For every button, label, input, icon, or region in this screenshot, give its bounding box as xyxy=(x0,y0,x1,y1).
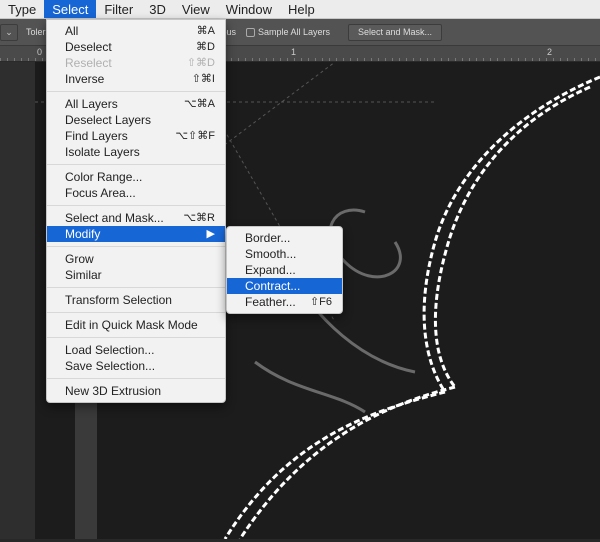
shortcut-label: ⌘D xyxy=(196,41,215,53)
menu-item-save-selection[interactable]: Save Selection... xyxy=(47,358,225,374)
menu-item-label: Deselect xyxy=(65,40,112,54)
ruler-label: 1 xyxy=(291,47,297,57)
menu-item-label: Color Range... xyxy=(65,170,143,184)
menu-item-label: Reselect xyxy=(65,56,112,70)
menu-item-label: Modify xyxy=(65,227,101,241)
menu-item-label: Transform Selection xyxy=(65,293,172,307)
menu-item-label: Edit in Quick Mask Mode xyxy=(65,318,198,332)
menu-item-deselect-layers[interactable]: Deselect Layers xyxy=(47,112,225,128)
menu-item-label: Isolate Layers xyxy=(65,145,140,159)
menu-bar: Type Select Filter 3D View Window Help xyxy=(0,0,600,19)
menu-item-all-layers[interactable]: All Layers ⌥⌘A xyxy=(47,96,225,112)
menu-item-find-layers[interactable]: Find Layers ⌥⇧⌘F xyxy=(47,128,225,144)
tolerance-label: Tolerance xyxy=(26,27,46,37)
menu-item-select-and-mask[interactable]: Select and Mask... ⌥⌘R xyxy=(47,210,225,226)
shortcut-label: ⇧⌘I xyxy=(191,73,215,85)
menu-type[interactable]: Type xyxy=(0,0,44,18)
menu-separator xyxy=(47,337,225,338)
menu-item-label: Smooth... xyxy=(245,247,297,261)
shortcut-label: ⇧⌘D xyxy=(186,57,215,69)
menu-item-grow[interactable]: Grow xyxy=(47,251,225,267)
menu-item-label: Feather... xyxy=(245,295,296,309)
menu-item-modify[interactable]: Modify ▶ xyxy=(47,226,225,242)
menu-separator xyxy=(47,246,225,247)
menu-item-label: Deselect Layers xyxy=(65,113,152,127)
menu-item-all[interactable]: All ⌘A xyxy=(47,23,225,39)
menu-item-label: Save Selection... xyxy=(65,359,156,373)
submenu-arrow-icon: ▶ xyxy=(206,228,215,240)
menu-3d[interactable]: 3D xyxy=(141,0,174,18)
menu-item-new-3d-extrusion[interactable]: New 3D Extrusion xyxy=(47,383,225,399)
menu-separator xyxy=(47,91,225,92)
menu-item-label: Focus Area... xyxy=(65,186,136,200)
modify-submenu: Border... Smooth... Expand... Contract... Fe… xyxy=(226,226,343,314)
menu-view[interactable]: View xyxy=(174,0,218,18)
menu-item-label: New 3D Extrusion xyxy=(65,384,162,398)
menu-separator xyxy=(47,378,225,379)
menu-item-label: Expand... xyxy=(245,263,296,277)
sample-all-layers-checkbox[interactable] xyxy=(246,28,255,37)
menu-separator xyxy=(47,312,225,313)
menu-item-label: Inverse xyxy=(65,72,105,86)
ruler-label: 2 xyxy=(547,47,553,57)
menu-item-expand[interactable]: Expand... xyxy=(227,262,342,278)
shortcut-label: ⌥⌘R xyxy=(183,212,215,224)
menu-item-feather[interactable]: Feather... ⇧F6 xyxy=(227,294,342,310)
menu-window[interactable]: Window xyxy=(218,0,280,18)
menu-item-label: Select and Mask... xyxy=(65,211,164,225)
shortcut-label: ⌥⇧⌘F xyxy=(175,130,215,142)
menu-item-inverse[interactable]: Inverse ⇧⌘I xyxy=(47,71,225,87)
menu-separator xyxy=(47,287,225,288)
tool-preset-dropdown[interactable]: ⌄ xyxy=(0,24,18,41)
menu-item-border[interactable]: Border... xyxy=(227,230,342,246)
shortcut-label: ⇧F6 xyxy=(309,296,332,308)
menu-item-transform-selection[interactable]: Transform Selection xyxy=(47,292,225,308)
sample-all-layers-label[interactable]: Sample All Layers xyxy=(258,27,330,37)
menu-separator xyxy=(47,205,225,206)
select-menu: All ⌘A Deselect ⌘D Reselect ⇧⌘D Inverse ⇧⌘I All … xyxy=(46,19,226,403)
shortcut-label: ⌘A xyxy=(196,25,215,37)
menu-item-isolate-layers[interactable]: Isolate Layers xyxy=(47,144,225,160)
menu-item-label: Contract... xyxy=(245,279,301,293)
menu-item-contract[interactable]: Contract... xyxy=(227,278,342,294)
menu-item-similar[interactable]: Similar xyxy=(47,267,225,283)
menu-separator xyxy=(47,164,225,165)
menu-item-focus-area[interactable]: Focus Area... xyxy=(47,185,225,201)
shortcut-label: ⌥⌘A xyxy=(183,98,215,110)
menu-select[interactable]: Select xyxy=(44,0,97,18)
menu-item-label: Find Layers xyxy=(65,129,128,143)
menu-item-label: Grow xyxy=(65,252,94,266)
menu-item-label: Load Selection... xyxy=(65,343,155,357)
menu-item-label: All xyxy=(65,24,79,38)
ruler-label: 0 xyxy=(37,47,43,57)
menu-item-smooth[interactable]: Smooth... xyxy=(227,246,342,262)
menu-help[interactable]: Help xyxy=(280,0,323,18)
menu-item-label: Similar xyxy=(65,268,102,282)
menu-item-reselect[interactable]: Reselect ⇧⌘D xyxy=(47,55,225,71)
menu-item-load-selection[interactable]: Load Selection... xyxy=(47,342,225,358)
menu-filter[interactable]: Filter xyxy=(96,0,141,18)
menu-item-color-range[interactable]: Color Range... xyxy=(47,169,225,185)
pasteboard xyxy=(0,62,35,539)
select-and-mask-button[interactable]: Select and Mask... xyxy=(348,24,442,41)
menu-item-label: Border... xyxy=(245,231,291,245)
menu-item-deselect[interactable]: Deselect ⌘D xyxy=(47,39,225,55)
menu-item-edit-in-quick-mask-mode[interactable]: Edit in Quick Mask Mode xyxy=(47,317,225,333)
menu-item-label: All Layers xyxy=(65,97,118,111)
